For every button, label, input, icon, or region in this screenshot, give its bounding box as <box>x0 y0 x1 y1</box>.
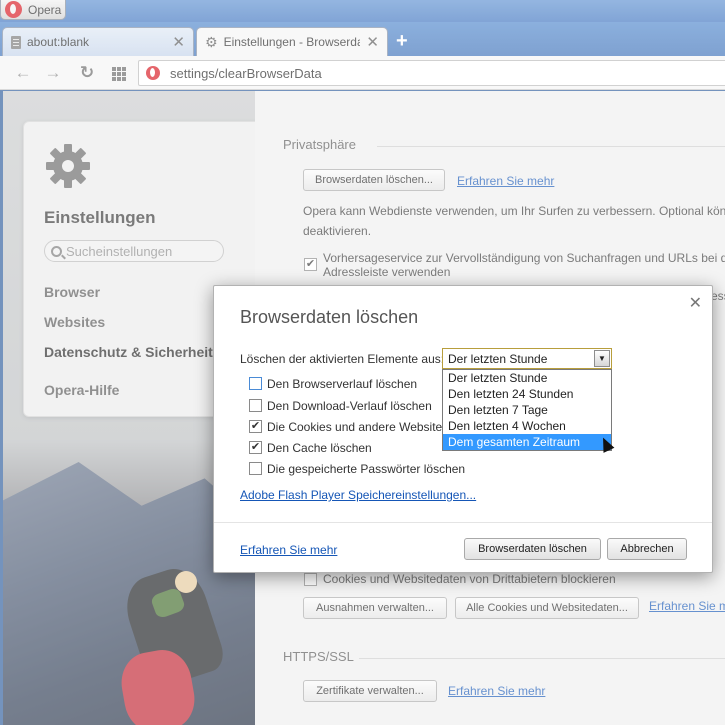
dialog-title: Browserdaten löschen <box>240 307 419 327</box>
period-dropdown-list: Der letzten Stunde Den letzten 24 Stunde… <box>442 369 612 451</box>
close-icon[interactable]: ✕ <box>689 293 702 313</box>
period-option[interactable]: Den letzten 7 Tage <box>443 402 611 418</box>
download-history-checkbox[interactable] <box>249 399 262 412</box>
browsing-history-label: Den Browserverlauf löschen <box>267 377 418 391</box>
download-history-label: Den Download-Verlauf löschen <box>267 399 432 413</box>
passwords-checkbox[interactable] <box>249 462 262 475</box>
cache-checkbox[interactable]: ✔ <box>249 441 262 454</box>
dialog-learn-more-link[interactable]: Erfahren Sie mehr <box>240 543 337 557</box>
clear-browsing-data-dialog: Browserdaten löschen ✕ Löschen der aktiv… <box>213 285 713 573</box>
cookies-label: Die Cookies und andere Websitedaten lösc… <box>267 420 442 434</box>
flash-settings-link[interactable]: Adobe Flash Player Speichereinstellungen… <box>240 488 476 502</box>
period-option-selected[interactable]: Dem gesamten Zeitraum <box>443 434 611 450</box>
cancel-button[interactable]: Abbrechen <box>607 538 687 560</box>
passwords-label: Die gespeicherte Passwörter löschen <box>267 462 466 476</box>
period-option[interactable]: Den letzten 4 Wochen <box>443 418 611 434</box>
period-label: Löschen der aktivierten Elemente aus: <box>240 352 445 366</box>
period-select[interactable]: Der letzten Stunde ▼ <box>442 348 612 369</box>
cache-label: Den Cache löschen <box>267 441 372 455</box>
browsing-history-checkbox[interactable] <box>249 377 262 390</box>
chevron-down-icon[interactable]: ▼ <box>594 350 610 367</box>
cookies-checkbox[interactable]: ✔ <box>249 420 262 433</box>
period-selected-value: Der letzten Stunde <box>448 351 548 366</box>
confirm-clear-button[interactable]: Browserdaten löschen <box>464 538 601 560</box>
period-option[interactable]: Den letzten 24 Stunden <box>443 386 611 402</box>
period-option[interactable]: Der letzten Stunde <box>443 370 611 386</box>
dialog-divider <box>214 522 712 523</box>
